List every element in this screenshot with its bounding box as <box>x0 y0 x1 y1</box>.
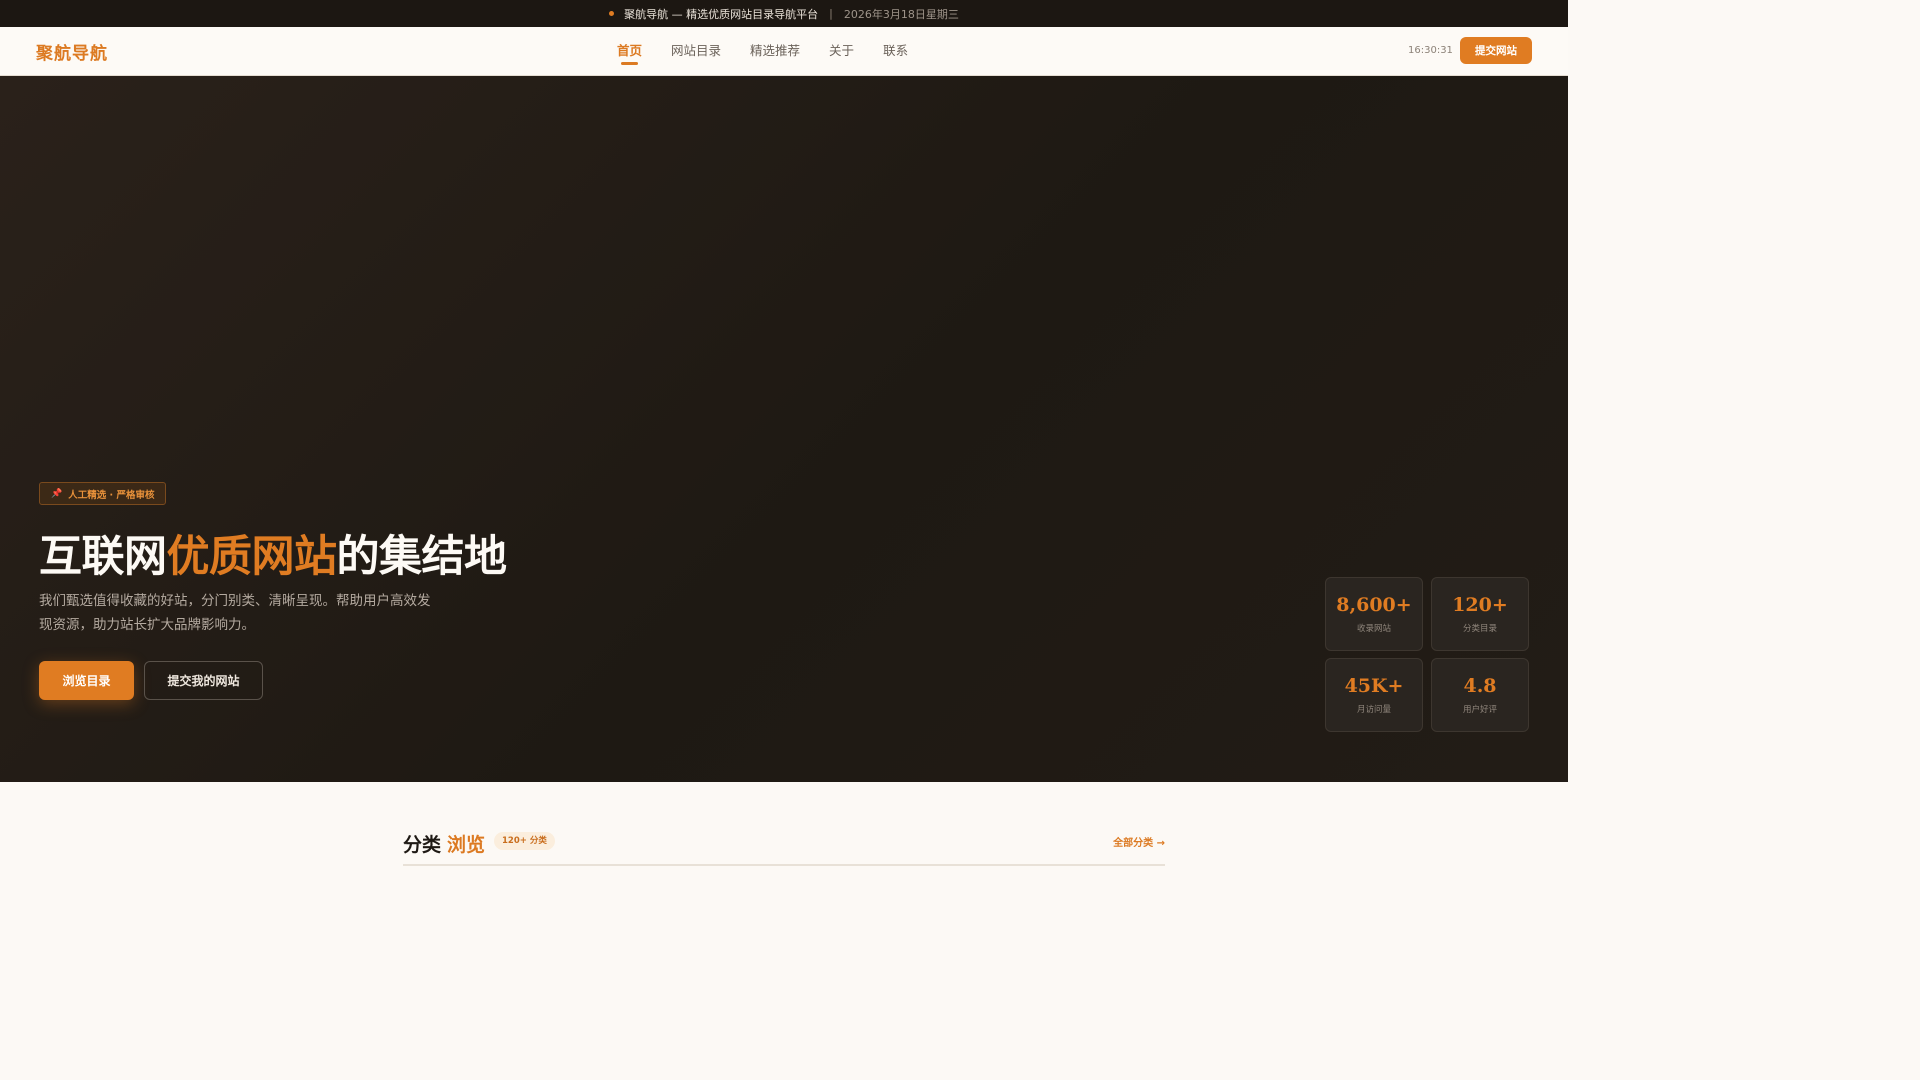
nav-item-home[interactable]: 首页 <box>617 27 642 75</box>
hero-title-prefix: 互联网 <box>39 532 167 582</box>
announcement-bar: 聚航导航 — 精选优质网站目录导航平台 | 2026年3月18日星期三 <box>0 0 1568 27</box>
hero-badge-label: 人工精选 · 严格审核 <box>68 489 155 501</box>
submit-my-site-button[interactable]: 提交我的网站 <box>144 661 263 700</box>
stat-card-visits: 45K+ 月访问量 <box>1325 658 1423 732</box>
stat-value: 4.8 <box>1463 675 1497 697</box>
stat-value: 8,600+ <box>1336 594 1412 616</box>
stat-label: 收录网站 <box>1356 624 1391 634</box>
browse-directory-button[interactable]: 浏览目录 <box>39 661 134 700</box>
live-clock: 16:30:31 <box>1408 45 1453 56</box>
hero-badge: 📌 人工精选 · 严格审核 <box>39 482 167 505</box>
nav-item-featured[interactable]: 精选推荐 <box>750 27 800 75</box>
nav-item-contact[interactable]: 联系 <box>883 27 908 75</box>
navbar: 聚航导航 首页 网站目录 精选推荐 关于 联系 16:30:31 提交网站 <box>0 27 1568 76</box>
submit-site-button[interactable]: 提交网站 <box>1460 37 1532 64</box>
stat-label: 用户好评 <box>1462 705 1497 715</box>
stat-value: 45K+ <box>1344 675 1404 697</box>
stat-value: 120+ <box>1452 594 1508 616</box>
announcement-text: 聚航导航 — 精选优质网站目录导航平台 <box>624 7 819 21</box>
category-section-header: 分类 浏览 120+ 分类 全部分类 → <box>403 822 1165 866</box>
hero-section: 📌 人工精选 · 严格审核 互联网优质网站的集结地 我们甄选值得收藏的好站，分门… <box>0 76 1568 782</box>
hero-description: 我们甄选值得收藏的好站，分门别类、清晰呈现。帮助用户高效发现资源，助力站长扩大品… <box>39 593 431 633</box>
hero-title-suffix: 的集结地 <box>336 532 508 582</box>
hero-title: 互联网优质网站的集结地 <box>39 522 507 584</box>
hero-title-highlight: 优质网站 <box>166 532 338 582</box>
stat-card-sites: 8,600+ 收录网站 <box>1325 577 1423 651</box>
main-nav: 首页 网站目录 精选推荐 关于 联系 <box>617 27 937 75</box>
nav-item-about[interactable]: 关于 <box>829 27 854 75</box>
section-title: 分类 浏览 <box>403 830 485 857</box>
stat-card-categories: 120+ 分类目录 <box>1431 577 1529 651</box>
stat-card-rating: 4.8 用户好评 <box>1431 658 1529 732</box>
section-title-main: 分类 <box>403 834 442 856</box>
announcement-dot-icon <box>609 11 615 16</box>
section-title-highlight: 浏览 <box>447 834 486 856</box>
all-categories-link[interactable]: 全部分类 → <box>1113 834 1165 849</box>
category-count-badge: 120+ 分类 <box>494 832 555 850</box>
stat-label: 分类目录 <box>1462 624 1497 634</box>
nav-item-directory[interactable]: 网站目录 <box>671 27 721 75</box>
stat-label: 月访问量 <box>1356 705 1391 715</box>
site-logo[interactable]: 聚航导航 <box>36 39 108 64</box>
announcement-separator: | <box>829 7 833 20</box>
pushpin-icon: 📌 <box>51 488 63 499</box>
current-date: 2026年3月18日星期三 <box>843 7 959 21</box>
